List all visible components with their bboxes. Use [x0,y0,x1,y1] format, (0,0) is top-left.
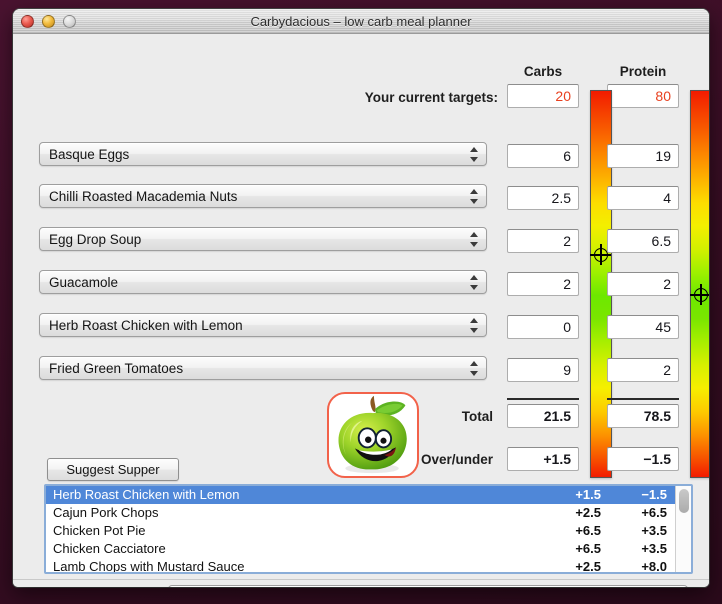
targets-label: Your current targets: [364,90,498,105]
suggestion-carbs-delta: +1.5 [575,487,601,502]
suggestion-dish-name: Chicken Cacciatore [53,541,166,556]
target-protein-field[interactable]: 80 [607,84,679,108]
dish-select-value-3: Egg Drop Soup [49,232,142,247]
protein-field-3[interactable]: 6.5 [607,229,679,253]
window-content: Carbs Protein Your current targets: 20 8… [13,34,709,587]
chevron-updown-icon [470,146,481,163]
dish-select-value-4: Guacamole [49,275,119,290]
suggestion-rows: Herb Roast Chicken with Lemon +1.5 −1.5 Caj… [46,486,691,574]
dish-select-5[interactable]: Herb Roast Chicken with Lemon [39,313,487,337]
current-dish-list-select[interactable]: Atkins New Diet Revolution [168,585,688,587]
suggestion-row[interactable]: Lamb Chops with Mustard Sauce +2.5 +8.0 [46,558,691,574]
carbs-field-4[interactable]: 2 [507,272,579,296]
suggestion-protein-delta: −1.5 [641,487,667,502]
total-protein-field: 78.5 [607,404,679,428]
desktop-background: Carbydacious – low carb meal planner Car… [0,0,722,604]
carbs-field-2[interactable]: 2.5 [507,186,579,210]
smiling-green-apple-icon [338,395,407,474]
dish-select-6[interactable]: Fried Green Tomatoes [39,356,487,380]
chevron-updown-icon [470,317,481,334]
protein-field-6[interactable]: 2 [607,358,679,382]
carbs-field-3[interactable]: 2 [507,229,579,253]
overunder-carbs-field: +1.5 [507,447,579,471]
protein-target-marker-icon[interactable] [690,284,709,305]
column-header-protein: Protein [619,64,667,79]
dish-select-2[interactable]: Chilli Roasted Macademia Nuts [39,184,487,208]
dish-select-value-2: Chilli Roasted Macademia Nuts [49,189,238,204]
column-header-carbs: Carbs [523,64,563,79]
dish-select-value-5: Herb Roast Chicken with Lemon [49,318,243,333]
target-carbs-field[interactable]: 20 [507,84,579,108]
carbs-field-1[interactable]: 6 [507,144,579,168]
suggestion-carbs-delta: +2.5 [575,505,601,520]
window-title: Carbydacious – low carb meal planner [250,14,472,29]
chevron-updown-icon [470,231,481,248]
suggestion-row[interactable]: Chicken Cacciatore +6.5 +3.5 [46,540,691,558]
suggestion-carbs-delta: +6.5 [575,541,601,556]
chevron-updown-icon [470,188,481,205]
suggestion-dish-name: Cajun Pork Chops [53,505,159,520]
app-window: Carbydacious – low carb meal planner Car… [13,9,709,587]
apple-badge [327,392,419,478]
protein-field-2[interactable]: 4 [607,186,679,210]
suggestion-protein-delta: +3.5 [641,541,667,556]
suggestion-carbs-delta: +6.5 [575,523,601,538]
suggestion-row[interactable]: Cajun Pork Chops +2.5 +6.5 [46,504,691,522]
window-titlebar[interactable]: Carbydacious – low carb meal planner [13,9,709,34]
carbs-field-6[interactable]: 9 [507,358,579,382]
overunder-protein-field: −1.5 [607,447,679,471]
suggestion-protein-delta: +3.5 [641,523,667,538]
scrollbar-thumb[interactable] [679,489,689,513]
dish-select-value-1: Basque Eggs [49,147,130,162]
suggestion-dish-name: Chicken Pot Pie [53,523,146,538]
suggestion-protein-delta: +6.5 [641,505,667,520]
dish-select-3[interactable]: Egg Drop Soup [39,227,487,251]
suggestion-dish-name: Herb Roast Chicken with Lemon [53,487,240,502]
total-separator-protein [607,398,679,400]
total-separator-carbs [507,398,579,400]
suggestion-dish-name: Lamb Chops with Mustard Sauce [53,559,245,574]
suggestion-carbs-delta: +2.5 [575,559,601,574]
protein-field-1[interactable]: 19 [607,144,679,168]
dish-select-1[interactable]: Basque Eggs [39,142,487,166]
protein-field-4[interactable]: 2 [607,272,679,296]
dish-select-value-6: Fried Green Tomatoes [49,361,184,376]
current-dish-list-value: Atkins New Diet Revolution [178,586,341,587]
suggestion-row[interactable]: Chicken Pot Pie +6.5 +3.5 [46,522,691,540]
total-carbs-field: 21.5 [507,404,579,428]
suggestion-list-scrollbar[interactable] [675,486,691,572]
suggestion-list[interactable]: Herb Roast Chicken with Lemon +1.5 −1.5 Caj… [44,484,693,574]
dish-select-4[interactable]: Guacamole [39,270,487,294]
chevron-updown-icon [470,274,481,291]
suggestion-row[interactable]: Herb Roast Chicken with Lemon +1.5 −1.5 [46,486,691,504]
suggest-supper-button[interactable]: Suggest Supper [47,458,179,481]
carbs-field-5[interactable]: 0 [507,315,579,339]
footer-divider [13,579,709,580]
suggestion-protein-delta: +8.0 [641,559,667,574]
chevron-updown-icon [470,360,481,377]
protein-field-5[interactable]: 45 [607,315,679,339]
